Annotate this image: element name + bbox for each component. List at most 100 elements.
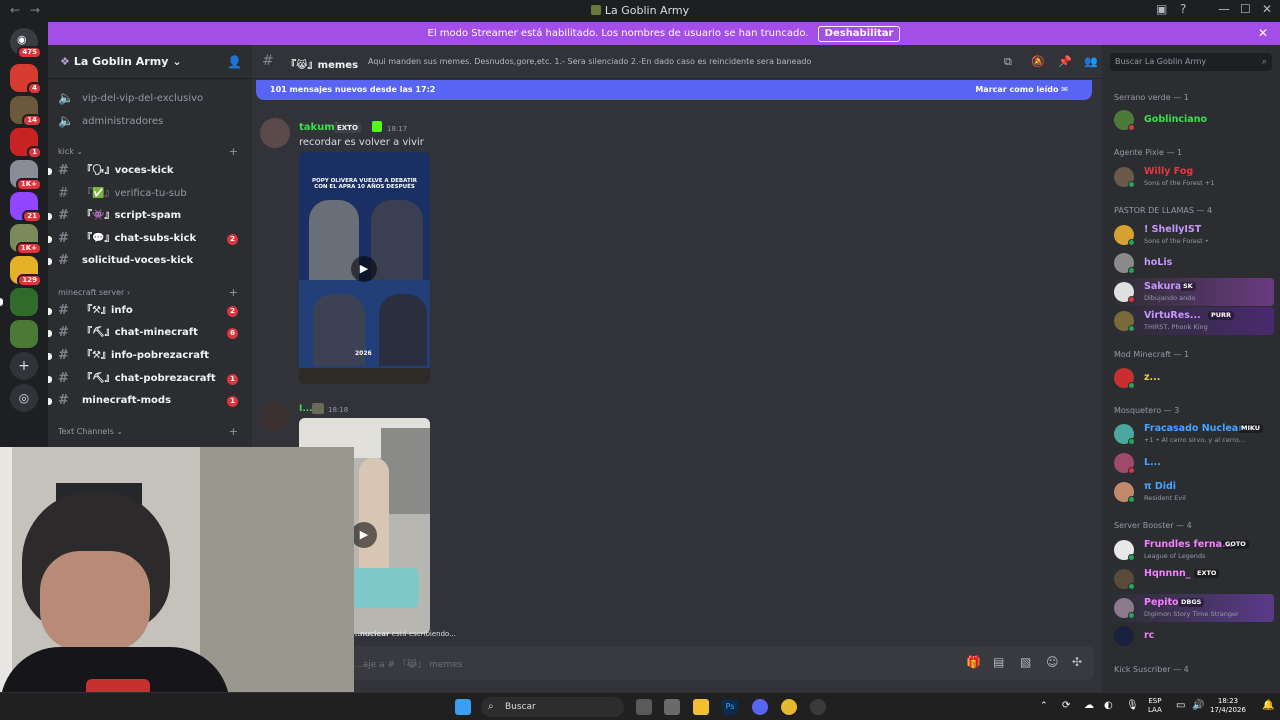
channel-chat-subs-kick[interactable]: # 『💬』chat-subs-kick 2 (48, 229, 246, 249)
help-icon[interactable]: ? (1180, 2, 1186, 16)
member-group-header: Mod Minecraft — 1 (1114, 350, 1190, 359)
message-composer[interactable]: ...aje a # 『😹』 memes 🎁 ▤ ▧ ☺ ✣ (260, 646, 1094, 680)
tray-chevron-icon[interactable]: ⌃ (1040, 702, 1048, 711)
server-icon-4[interactable]: 1K+ (10, 160, 42, 191)
member-l[interactable]: L... (1108, 449, 1274, 477)
channel-info-pobrezacraft[interactable]: # 『⚒』info-pobrezacraft (48, 346, 246, 366)
channel-minecraft-mods[interactable]: # minecraft-mods 1 (48, 391, 246, 411)
inbox-icon[interactable]: ▣ (1156, 2, 1167, 16)
threads-icon[interactable]: ⧉ (1004, 55, 1012, 69)
tray-app-icon[interactable]: ⟳ (1062, 701, 1070, 711)
video-attachment[interactable]: POPY OLIVERA VUELVE A DEBATIR CON EL APR… (299, 152, 430, 384)
gif-icon[interactable]: ▤ (993, 655, 1004, 669)
play-icon[interactable]: ▶ (351, 256, 377, 282)
maximize-icon[interactable]: ☐ (1240, 2, 1251, 16)
notifications-icon[interactable]: 🔕 (1031, 55, 1045, 68)
gift-icon[interactable]: 🎁 (966, 655, 981, 669)
member-group-header: Agente Pixie — 1 (1114, 148, 1183, 157)
emoji-icon[interactable]: ☺ (1046, 655, 1059, 669)
channel-chat-pobrezacraft[interactable]: # 『⛏』chat-pobrezacraft 1 (48, 369, 246, 389)
member-sakura[interactable]: Sakura SK Dibujando ando (1108, 278, 1274, 306)
add-server-icon[interactable]: + (10, 352, 38, 380)
channel-verifica-tu-sub[interactable]: # 『✅』verifica-tu-sub (56, 184, 246, 204)
server-search-input[interactable]: Buscar La Goblin Army ⌕ (1110, 53, 1272, 71)
channel-info[interactable]: # 『⚒』info 2 (48, 301, 246, 321)
explore-icon[interactable]: ◎ (10, 384, 38, 412)
member-rc[interactable]: rc (1108, 622, 1274, 650)
windows-start-icon[interactable] (455, 699, 471, 715)
member-didi[interactable]: π Didi Resident Evil (1108, 478, 1274, 506)
member-holis[interactable]: hoLis (1108, 249, 1274, 277)
message-author[interactable]: takumi (299, 122, 338, 133)
message-input[interactable]: ...aje a # 『😹』 memes (354, 657, 462, 670)
member-hqnnnn[interactable]: Hqnnnn_ EXTO (1108, 565, 1274, 593)
server-icon-2[interactable]: 14 (10, 96, 42, 127)
invite-people-icon[interactable]: 👤 (227, 45, 242, 79)
tray-app-icon[interactable]: ☁ (1084, 701, 1094, 711)
add-channel-icon[interactable]: + (229, 145, 238, 158)
discord-taskbar-icon[interactable] (752, 699, 768, 715)
language-indicator[interactable]: ESP LAA (1148, 697, 1162, 715)
avatar[interactable] (260, 402, 290, 432)
clock[interactable]: 18:23 17/4/2026 (1210, 697, 1246, 715)
notifications-icon[interactable]: 🔔 (1262, 701, 1274, 711)
dm-home-button[interactable]: ◉ 475 (10, 28, 42, 59)
photoshop-icon[interactable]: Ps (722, 699, 738, 715)
disable-streamer-button[interactable]: Deshabilitar (817, 26, 901, 42)
chat-area: # 『😹』memes Aqui manden sus memes. Desnud… (252, 45, 1102, 692)
member-shellyist[interactable]: ! ShellyIST Sons of the Forest • (1108, 221, 1274, 249)
add-channel-icon[interactable]: + (229, 286, 238, 299)
channel-vip[interactable]: 🔈 vip-del-vip-del-exclusivo (56, 89, 246, 109)
microphone-icon[interactable]: 🎙 (1126, 701, 1139, 711)
network-icon[interactable]: ▭ (1176, 701, 1185, 711)
server-header[interactable]: ❖ La Goblin Army ⌄ 👤 (48, 45, 252, 79)
chrome-icon[interactable] (781, 699, 797, 715)
pinned-icon[interactable]: 📌 (1058, 55, 1072, 68)
category-minecraft[interactable]: minecraft server › + (58, 286, 238, 299)
volume-icon[interactable]: 🔊 (1192, 701, 1204, 711)
member-frundles[interactable]: Frundles ferna... GOTO League of Legends (1108, 536, 1274, 564)
app-icon[interactable] (664, 699, 680, 715)
twitch-server-icon[interactable]: 21 (10, 192, 42, 223)
member-willy-fog[interactable]: Willy Fog Sons of the Forest +1 (1108, 163, 1274, 191)
member-list-icon[interactable]: 👥 (1084, 55, 1098, 68)
tray-app-icon[interactable]: ◐ (1104, 701, 1113, 711)
server-icon-5[interactable]: 1K+ (10, 224, 42, 255)
channel-voces-kick[interactable]: # 『🗣』voces-kick (48, 161, 246, 181)
play-icon[interactable]: ▶ (351, 522, 377, 548)
minimize-icon[interactable]: — (1218, 2, 1230, 16)
guild-tag: EXTO (1194, 569, 1220, 578)
channel-solicitud-voces-kick[interactable]: # solicitud-voces-kick (48, 251, 246, 271)
avatar[interactable] (260, 118, 290, 148)
member-z[interactable]: z... (1108, 364, 1274, 392)
sticker-icon[interactable]: ▧ (1020, 655, 1031, 669)
member-name: rc (1144, 630, 1155, 641)
member-pepito[interactable]: Pepito DBGS Digimon Story Time Stranger (1108, 594, 1274, 622)
file-explorer-icon[interactable] (693, 699, 709, 715)
channel-script-spam[interactable]: # 『👾』script-spam (48, 206, 246, 226)
goblin-army-server-icon[interactable] (10, 288, 38, 316)
category-text-channels[interactable]: Text Channels ⌄ + (58, 425, 238, 438)
member-goblinciano[interactable]: Goblinciano (1108, 106, 1274, 134)
taskbar-search[interactable]: ⌕ Buscar (481, 697, 624, 717)
category-kick[interactable]: kick ⌄ + (58, 145, 238, 158)
server-icon-1[interactable]: 4 (10, 64, 42, 95)
server-icon-3[interactable]: 1 (10, 128, 42, 159)
close-banner-icon[interactable]: ✕ (1258, 22, 1268, 45)
member-fracasado-nuclear[interactable]: Fracasado Nuclear MIKU +1 • Al cerro sir… (1108, 420, 1274, 448)
channel-administradores[interactable]: 🔈 administradores (56, 112, 246, 132)
channel-topic[interactable]: Aqui manden sus memes. Desnudos,gore,etc… (368, 57, 828, 66)
mark-as-read-button[interactable]: Marcar como leído ✉ (975, 85, 1068, 94)
add-channel-icon[interactable]: + (229, 425, 238, 438)
server-icon-7[interactable] (10, 320, 38, 348)
server-icon-6[interactable]: 129 (10, 256, 42, 287)
apps-icon[interactable]: ✣ (1072, 655, 1082, 669)
close-window-icon[interactable]: ✕ (1262, 2, 1272, 16)
message-author[interactable]: I... (299, 404, 313, 414)
member-virtures[interactable]: VirtuRes... PURR THIRST, Phonk King (1108, 307, 1274, 335)
member-name: L... (1144, 457, 1161, 468)
channel-chat-minecraft[interactable]: # 『⛏』chat-minecraft 6 (48, 323, 246, 343)
app-icon[interactable] (810, 699, 826, 715)
task-view-icon[interactable] (636, 699, 652, 715)
new-messages-bar[interactable]: 101 mensajes nuevos desde las 17:2 Marca… (256, 80, 1092, 100)
